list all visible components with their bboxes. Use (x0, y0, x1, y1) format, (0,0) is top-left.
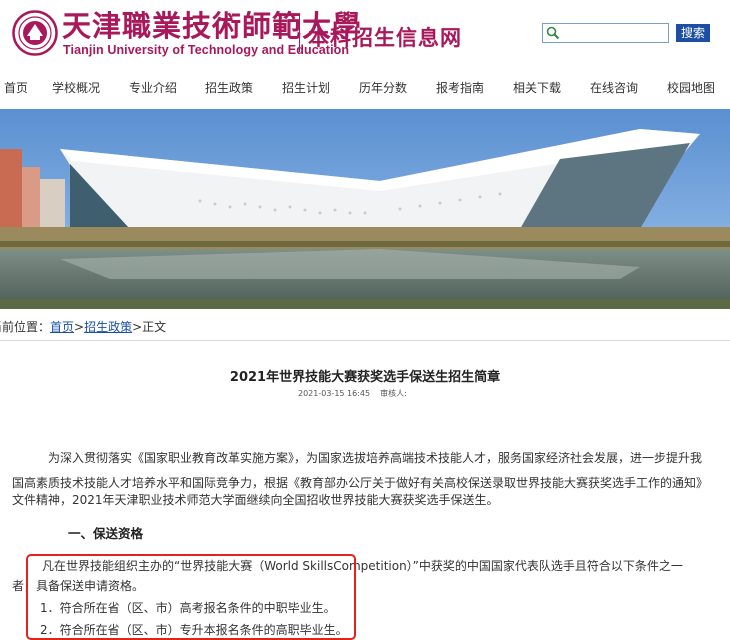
breadcrumb-separator: > (132, 320, 143, 334)
breadcrumb-section-link[interactable]: 招生政策 (84, 320, 132, 334)
nav-item-home[interactable]: 首页 (4, 79, 28, 96)
logo-divider (299, 16, 300, 52)
breadcrumb-separator: > (74, 320, 85, 334)
article-intro-line: 为深入贯彻落实《国家职业教育改革实施方案》，为国家选拔培养高端技术技能人才，服务… (48, 451, 703, 465)
article-author: 审核人: (380, 389, 407, 398)
campus-banner-image (0, 109, 730, 309)
nav-item-about[interactable]: 学校概况 (52, 79, 100, 96)
breadcrumb-prefix: 当前位置： (0, 320, 51, 334)
main-nav: 首页 学校概况 专业介绍 招生政策 招生计划 历年分数 报考指南 相关下载 在线… (0, 70, 730, 106)
article-intro-line: 文件精神，2021年天津职业技术师范大学面继续向全国招收世界技能大赛获奖选手保送… (12, 493, 499, 507)
nav-item-downloads[interactable]: 相关下载 (513, 79, 561, 96)
breadcrumb-home-link[interactable]: 首页 (50, 320, 74, 334)
section-title-qualification: 一、保送资格 (68, 526, 144, 541)
site-subtitle: 本科招生信息网 (308, 25, 462, 50)
site-header: 天津職業技術師範大學 Tianjin University of Technol… (0, 0, 730, 66)
campus-building-illustration (0, 109, 730, 309)
nav-item-majors[interactable]: 专业介绍 (129, 79, 177, 96)
article-meta: 2021-03-15 16:45 审核人: (298, 388, 407, 399)
breadcrumb-current: 正文 (142, 320, 167, 334)
logo-english-name: Tianjin University of Technology and Edu… (63, 43, 350, 57)
breadcrumb-divider (0, 340, 730, 341)
nav-item-scores[interactable]: 历年分数 (359, 79, 407, 96)
nav-item-map[interactable]: 校园地图 (667, 79, 715, 96)
article-title: 2021年世界技能大赛获奖选手保送生招生简章 (229, 370, 501, 385)
nav-item-consult[interactable]: 在线咨询 (590, 79, 638, 96)
search-button[interactable]: 搜索 (676, 24, 710, 42)
article-date: 2021-03-15 16:45 (298, 389, 371, 398)
nav-item-plan[interactable]: 招生计划 (282, 79, 330, 96)
search-icon (546, 26, 560, 40)
university-seal-icon (12, 10, 58, 56)
breadcrumb: 当前位置：首页>招生政策>正文 (0, 318, 730, 335)
highlight-annotation-box (26, 554, 356, 640)
nav-item-guide[interactable]: 报考指南 (436, 79, 484, 96)
nav-item-policy[interactable]: 招生政策 (205, 79, 253, 96)
search-input[interactable] (542, 23, 669, 43)
